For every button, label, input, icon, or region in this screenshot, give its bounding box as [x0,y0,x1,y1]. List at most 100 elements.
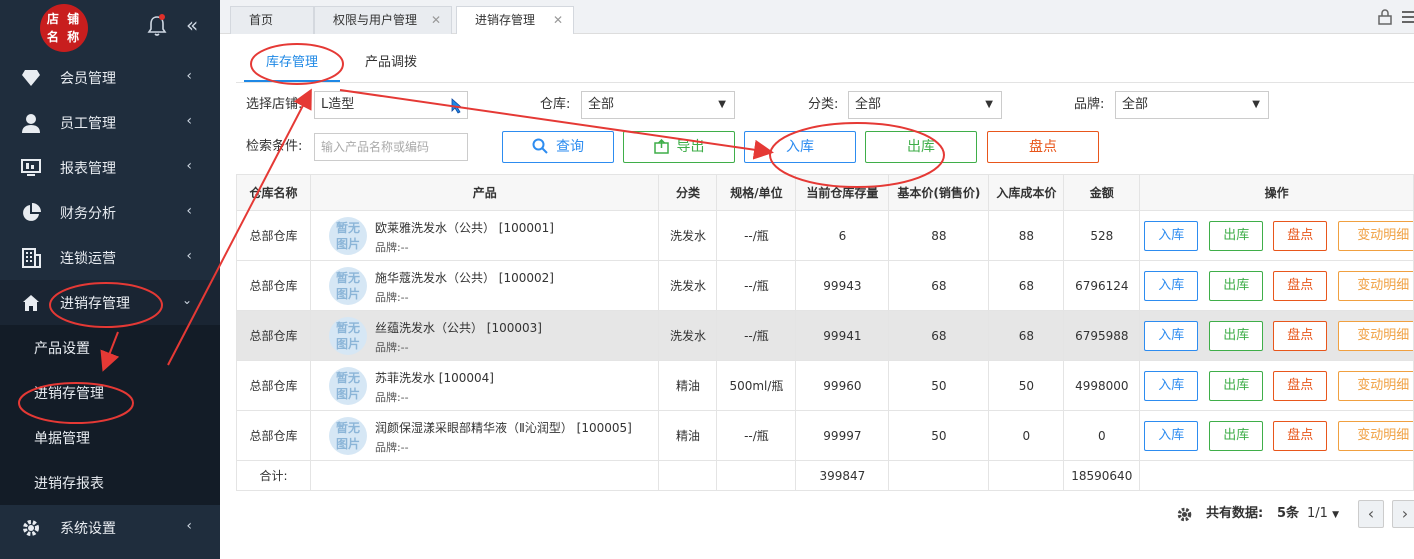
chevron-left-icon: ‹ [186,248,192,264]
prev-page-button[interactable]: ‹ [1358,500,1384,528]
lock-icon[interactable] [1378,9,1392,25]
sidebar-item-label: 员工管理 [60,115,116,132]
stock-out-button[interactable]: 出库 [865,131,977,163]
close-icon[interactable]: ✕ [553,7,563,33]
row-stock-out-button[interactable]: 出库 [1209,271,1264,301]
product-brand: 品牌:-- [374,341,409,354]
sidebar-subitem-inventory-reports[interactable]: 进销存报表 [0,460,220,505]
monitor-icon [20,157,42,179]
cell-spec: --/瓶 [716,410,797,461]
cell-stock: 99960 [795,360,890,411]
cell-actions: 入库 出库 盘点 变动明细 [1139,360,1414,411]
row-inventory-button[interactable]: 盘点 [1273,421,1328,451]
sidebar-item-member[interactable]: 会员管理 ‹ [0,55,220,100]
search-label: 检索条件: [246,139,303,154]
sidebar-item-chain[interactable]: 连锁运营 ‹ [0,235,220,280]
pie-chart-icon [20,202,42,224]
query-button[interactable]: 查询 [502,131,614,163]
row-stock-in-button[interactable]: 入库 [1144,371,1199,401]
inventory-table: 仓库名称 产品 分类 规格/单位 当前仓库存量 基本价(销售价) 入库成本价 金… [236,174,1414,491]
row-stock-in-button[interactable]: 入库 [1144,421,1199,451]
sidebar-item-finance[interactable]: 财务分析 ‹ [0,190,220,235]
chevron-left-icon: ‹ [186,113,192,129]
sidebar-item-system-settings[interactable]: 系统设置 ‹ [0,505,220,550]
sidebar-item-staff[interactable]: 员工管理 ‹ [0,100,220,145]
close-icon[interactable]: ✕ [431,7,441,33]
row-inventory-button[interactable]: 盘点 [1273,271,1328,301]
row-inventory-button[interactable]: 盘点 [1273,371,1328,401]
next-page-button[interactable]: › [1392,500,1414,528]
settings-gear-icon[interactable] [1176,506,1193,523]
row-change-details-button[interactable]: 变动明细 [1338,371,1413,401]
column-header: 规格/单位 [716,174,797,211]
sidebar-subitem-documents[interactable]: 单据管理 [0,415,220,460]
brand-select[interactable]: 全部 ▼ [1115,91,1269,119]
sidebar-subitem-label: 单据管理 [34,430,90,447]
store-select[interactable]: L造型 [314,91,468,119]
row-inventory-button[interactable]: 盘点 [1273,321,1328,351]
row-change-details-button[interactable]: 变动明细 [1338,421,1413,451]
search-input[interactable]: 输入产品名称或编码 [314,133,468,161]
building-icon [20,247,42,269]
row-stock-out-button[interactable]: 出库 [1209,371,1264,401]
row-change-details-button[interactable]: 变动明细 [1338,221,1413,251]
logo-line-1: 店 铺 [46,12,82,26]
cell-warehouse: 总部仓库 [236,260,311,311]
column-header: 分类 [658,174,718,211]
brand-label: 品牌: [1074,97,1105,112]
cell-cost: 88 [988,210,1065,261]
warehouse-label: 仓库: [540,97,571,112]
user-icon [20,112,42,134]
subtab-product-transfer[interactable]: 产品调拨 [365,48,417,82]
caret-down-icon: ▼ [718,99,726,110]
sidebar-subitem-label: 进销存报表 [34,475,104,492]
chevron-right-icon: › [1401,504,1409,523]
row-stock-out-button[interactable]: 出库 [1209,321,1264,351]
store-label: 选择店铺: [246,97,303,112]
collapse-sidebar-icon[interactable]: « [186,13,198,37]
cell-product: 暂无 图片 欧莱雅洗发水（公共） [100001] 品牌:-- [309,210,660,261]
cell-category: 洗发水 [658,260,718,311]
cell-warehouse: 总部仓库 [236,310,311,361]
no-image-line-2: 图片 [335,437,360,451]
product-name: 丝蕴洗发水（公共） [100003] [374,321,542,335]
row-stock-out-button[interactable]: 出库 [1209,221,1264,251]
product-name: 润颜保湿漾采眼部精华液（Ⅱ沁润型） [100005] [374,421,632,435]
row-stock-in-button[interactable]: 入库 [1144,271,1199,301]
warehouse-select[interactable]: 全部 ▼ [581,91,735,119]
inventory-check-button[interactable]: 盘点 [987,131,1099,163]
menu-icon[interactable] [1402,10,1414,24]
table-row: 总部仓库 暂无 图片 苏菲洗发水 [100004] 品牌:-- 精油 500ml/瓶… [236,360,1414,411]
row-inventory-button[interactable]: 盘点 [1273,221,1328,251]
pager-page[interactable]: 1/1 ▼ [1307,500,1339,529]
cell-spec: --/瓶 [716,210,797,261]
sidebar-item-reports[interactable]: 报表管理 ‹ [0,145,220,190]
subtab-stock-management[interactable]: 库存管理 [244,48,340,82]
tab-label: 首页 [249,13,274,27]
cell-amount: 0 [1063,410,1141,461]
tab-inventory[interactable]: 进销存管理 ✕ [456,6,574,34]
sidebar-item-inventory[interactable]: 进销存管理 ⌄ [0,280,220,325]
row-stock-in-button[interactable]: 入库 [1144,221,1199,251]
store-value: L造型 [321,97,355,112]
sidebar-item-label: 会员管理 [60,70,116,87]
row-stock-in-button[interactable]: 入库 [1144,321,1199,351]
row-change-details-button[interactable]: 变动明细 [1338,271,1413,301]
tab-label: 进销存管理 [475,13,536,27]
sidebar: 店 铺 名 称 « 会员管理 ‹ 员工管理 ‹ 报表管理 ‹ 财务分析 ‹ 连锁… [0,0,220,559]
export-button[interactable]: 导出 [623,131,735,163]
sidebar-subitem-inventory-management[interactable]: 进销存管理 [0,370,220,415]
category-select[interactable]: 全部 ▼ [848,91,1002,119]
tab-permissions[interactable]: 权限与用户管理 ✕ [314,6,452,34]
pager-page-value: 1/1 [1307,506,1328,521]
subtab-divider [236,82,1414,83]
stock-in-button[interactable]: 入库 [744,131,856,163]
row-stock-out-button[interactable]: 出库 [1209,421,1264,451]
column-header: 入库成本价 [988,174,1065,211]
tab-home[interactable]: 首页 [230,6,314,34]
sidebar-subitem-product-settings[interactable]: 产品设置 [0,325,220,370]
product-brand: 品牌:-- [374,441,409,454]
row-change-details-button[interactable]: 变动明细 [1338,321,1413,351]
no-image-placeholder: 暂无 图片 [328,317,367,355]
warehouse-value: 全部 [588,97,615,112]
